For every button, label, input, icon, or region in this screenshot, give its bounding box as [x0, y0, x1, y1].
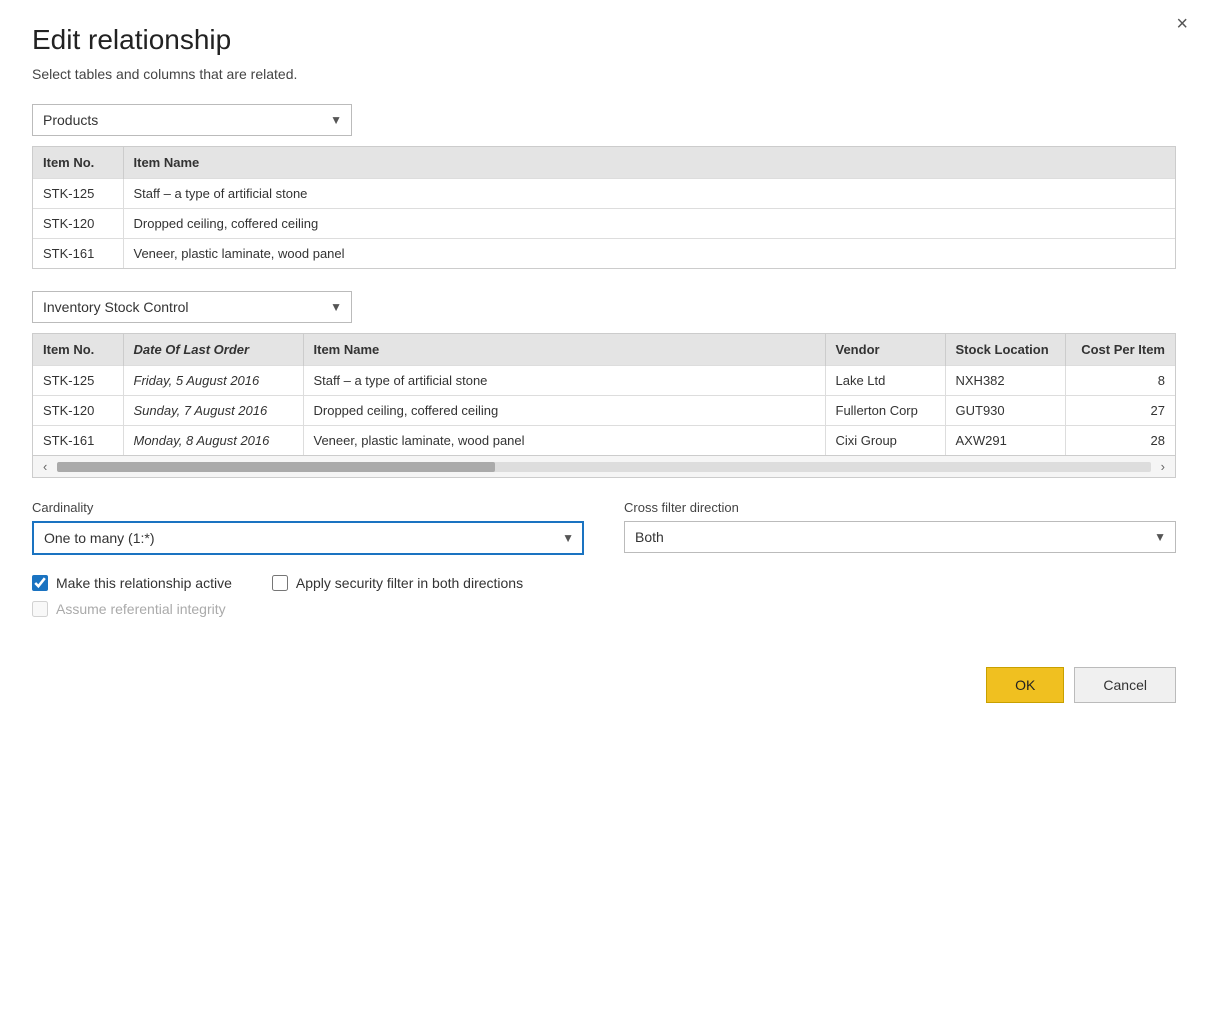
active-checkbox-row: Make this relationship active — [32, 575, 232, 591]
table2-cell-itemno: STK-120 — [33, 396, 123, 426]
cardinality-dropdown-wrapper: One to many (1:*)Many to one (*:1)One to… — [32, 521, 584, 555]
table1-col-itemname: Item Name — [123, 147, 1175, 179]
table2-body: STK-125 Friday, 5 August 2016 Staff – a … — [33, 366, 1175, 456]
table2-col-date: Date Of Last Order — [123, 334, 303, 366]
referential-checkbox-label: Assume referential integrity — [56, 601, 226, 617]
table2-cell-cost: 8 — [1065, 366, 1175, 396]
security-checkbox-label[interactable]: Apply security filter in both directions — [296, 575, 523, 591]
table-row: STK-125Staff – a type of artificial ston… — [33, 179, 1175, 209]
dialog-subtitle: Select tables and columns that are relat… — [32, 66, 1176, 82]
cancel-button[interactable]: Cancel — [1074, 667, 1176, 703]
action-buttons: OK Cancel — [32, 667, 1176, 703]
dialog-title: Edit relationship — [32, 24, 1176, 56]
table1-cell-itemname: Staff – a type of artificial stone — [123, 179, 1175, 209]
referential-checkbox[interactable] — [32, 601, 48, 617]
table2-cell-cost: 27 — [1065, 396, 1175, 426]
cross-filter-label: Cross filter direction — [624, 500, 1176, 515]
table2-cell-stock: AXW291 — [945, 426, 1065, 456]
table1-cell-itemno: STK-125 — [33, 179, 123, 209]
table1-dropdown-wrapper: Products ▼ — [32, 104, 352, 136]
table2-cell-vendor: Lake Ltd — [825, 366, 945, 396]
scroll-track[interactable] — [57, 462, 1150, 472]
left-checkboxes: Make this relationship active Assume ref… — [32, 575, 232, 627]
ok-button[interactable]: OK — [986, 667, 1064, 703]
cardinality-dropdown[interactable]: One to many (1:*)Many to one (*:1)One to… — [32, 521, 584, 555]
cross-filter-dropdown[interactable]: BothSingle — [624, 521, 1176, 553]
table2-cell-date: Sunday, 7 August 2016 — [123, 396, 303, 426]
controls-section: Cardinality One to many (1:*)Many to one… — [32, 500, 1176, 555]
table-row: STK-120Dropped ceiling, coffered ceiling — [33, 209, 1175, 239]
table2-cell-vendor: Cixi Group — [825, 426, 945, 456]
active-checkbox-label[interactable]: Make this relationship active — [56, 575, 232, 591]
table-row: STK-125 Friday, 5 August 2016 Staff – a … — [33, 366, 1175, 396]
table1-header-row: Item No. Item Name — [33, 147, 1175, 179]
table2-header-row: Item No. Date Of Last Order Item Name Ve… — [33, 334, 1175, 366]
table2-cell-cost: 28 — [1065, 426, 1175, 456]
table1-col-itemno: Item No. — [33, 147, 123, 179]
right-checkboxes: Apply security filter in both directions — [272, 575, 523, 627]
scroll-left-icon[interactable]: ‹ — [39, 459, 51, 474]
cardinality-group: Cardinality One to many (1:*)Many to one… — [32, 500, 584, 555]
table1-cell-itemno: STK-120 — [33, 209, 123, 239]
table-row: STK-120 Sunday, 7 August 2016 Dropped ce… — [33, 396, 1175, 426]
edit-relationship-dialog: × Edit relationship Select tables and co… — [0, 0, 1208, 1027]
table2-dropdown-wrapper: Inventory Stock Control ▼ — [32, 291, 352, 323]
table1-cell-itemno: STK-161 — [33, 239, 123, 269]
cross-filter-dropdown-wrapper: BothSingle ▼ — [624, 521, 1176, 553]
security-checkbox-row: Apply security filter in both directions — [272, 575, 523, 591]
table1-cell-itemname: Dropped ceiling, coffered ceiling — [123, 209, 1175, 239]
table2-cell-itemname: Staff – a type of artificial stone — [303, 366, 825, 396]
scroll-thumb — [57, 462, 494, 472]
table2-cell-date: Friday, 5 August 2016 — [123, 366, 303, 396]
table1-container: Item No. Item Name STK-125Staff – a type… — [32, 146, 1176, 269]
table2-cell-vendor: Fullerton Corp — [825, 396, 945, 426]
table2-col-stock: Stock Location — [945, 334, 1065, 366]
active-checkbox[interactable] — [32, 575, 48, 591]
table-row: STK-161Veneer, plastic laminate, wood pa… — [33, 239, 1175, 269]
table2: Item No. Date Of Last Order Item Name Ve… — [33, 334, 1175, 455]
table1-dropdown[interactable]: Products — [32, 104, 352, 136]
table2-col-cost: Cost Per Item — [1065, 334, 1175, 366]
referential-checkbox-row: Assume referential integrity — [32, 601, 232, 617]
table2-col-vendor: Vendor — [825, 334, 945, 366]
table2-col-itemno: Item No. — [33, 334, 123, 366]
cross-filter-group: Cross filter direction BothSingle ▼ — [624, 500, 1176, 553]
table2-cell-itemno: STK-161 — [33, 426, 123, 456]
table1-body: STK-125Staff – a type of artificial ston… — [33, 179, 1175, 269]
table1: Item No. Item Name STK-125Staff – a type… — [33, 147, 1175, 268]
table2-cell-itemno: STK-125 — [33, 366, 123, 396]
table2-dropdown[interactable]: Inventory Stock Control — [32, 291, 352, 323]
checkboxes-section: Make this relationship active Assume ref… — [32, 575, 1176, 627]
table2-cell-stock: NXH382 — [945, 366, 1065, 396]
close-button[interactable]: × — [1176, 14, 1188, 34]
table2-cell-date: Monday, 8 August 2016 — [123, 426, 303, 456]
table2-cell-stock: GUT930 — [945, 396, 1065, 426]
cardinality-label: Cardinality — [32, 500, 584, 515]
table-row: STK-161 Monday, 8 August 2016 Veneer, pl… — [33, 426, 1175, 456]
table1-cell-itemname: Veneer, plastic laminate, wood panel — [123, 239, 1175, 269]
security-checkbox[interactable] — [272, 575, 288, 591]
table2-cell-itemname: Dropped ceiling, coffered ceiling — [303, 396, 825, 426]
table2-col-itemname: Item Name — [303, 334, 825, 366]
scroll-right-icon[interactable]: › — [1157, 459, 1169, 474]
table2-cell-itemname: Veneer, plastic laminate, wood panel — [303, 426, 825, 456]
table2-container: Item No. Date Of Last Order Item Name Ve… — [32, 333, 1176, 478]
table2-scrollbar[interactable]: ‹ › — [33, 455, 1175, 477]
